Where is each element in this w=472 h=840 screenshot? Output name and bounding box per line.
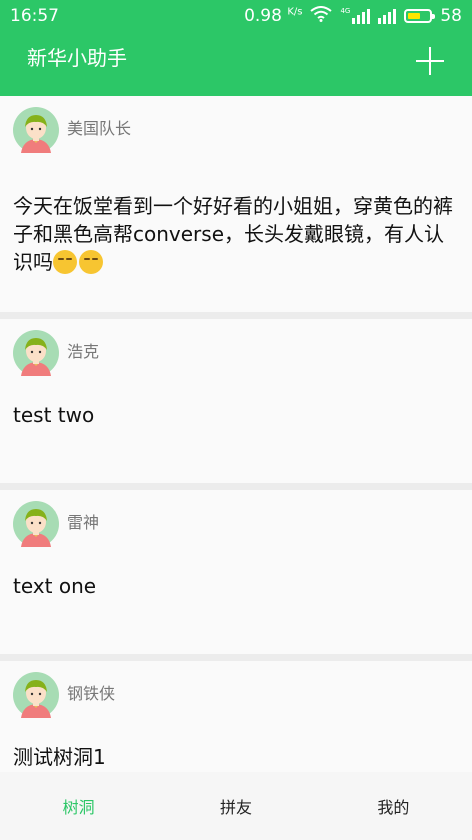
post-content: 今天在饭堂看到一个好好看的小姐姐，穿黄色的裤子和黑色高帮converse，长头发… [13,192,459,276]
bottom-tab-bar: 树洞 拼友 我的 [0,772,472,840]
status-bar: 16:57 0.98 K/s 4G 58 [0,0,472,32]
post-card[interactable]: 浩克 test two [0,319,472,483]
post-card[interactable]: 钢铁侠 测试树洞1 [0,661,472,772]
status-indicators: 0.98 K/s 4G 58 [244,5,462,27]
tab-partners[interactable]: 拼友 [157,794,314,818]
network-speed-unit: K/s [287,6,303,18]
battery-fill [408,13,420,19]
network-type-label: 4G [340,7,351,15]
add-post-button[interactable] [416,47,444,75]
app-bar: 新华小助手 [0,32,472,96]
tab-tree-hole[interactable]: 树洞 [0,794,157,818]
post-author[interactable]: 雷神 [67,509,99,533]
post-author[interactable]: 钢铁侠 [67,680,115,704]
post-author[interactable]: 浩克 [67,338,99,362]
network-speed: 0.98 K/s [244,6,302,26]
app-title: 新华小助手 [27,45,127,70]
post-author[interactable]: 美国队长 [67,115,131,139]
smirk-emoji-icon [53,250,77,274]
post-content: text one [13,574,97,598]
post-header: 钢铁侠 [13,671,459,719]
tab-mine[interactable]: 我的 [315,794,472,818]
post-content: test two [13,403,95,427]
cellular-signal-icon-4g: 4G [340,7,371,24]
post-card[interactable]: 雷神 text one [0,490,472,654]
post-card[interactable]: 美国队长 今天在饭堂看到一个好好看的小姐姐，穿黄色的裤子和黑色高帮convers… [0,96,472,312]
battery-icon [404,9,436,23]
post-header: 浩克 [13,329,459,377]
post-feed[interactable]: 美国队长 今天在饭堂看到一个好好看的小姐姐，穿黄色的裤子和黑色高帮convers… [0,96,472,772]
post-header: 雷神 [13,500,459,548]
smirk-emoji-icon [79,250,103,274]
status-time: 16:57 [10,6,59,26]
avatar[interactable] [13,672,59,718]
avatar[interactable] [13,330,59,376]
post-content: 测试树洞1 [13,745,106,769]
avatar[interactable] [13,107,59,153]
wifi-icon [310,5,333,27]
network-speed-value: 0.98 [244,6,282,26]
phone-screen: 16:57 0.98 K/s 4G 58 新华小助手 美国队长 今天在饭堂看到一… [0,0,472,840]
post-header: 美国队长 [13,106,459,154]
battery-percent: 58 [440,6,462,26]
cellular-signal-icon [378,8,397,24]
avatar[interactable] [13,501,59,547]
